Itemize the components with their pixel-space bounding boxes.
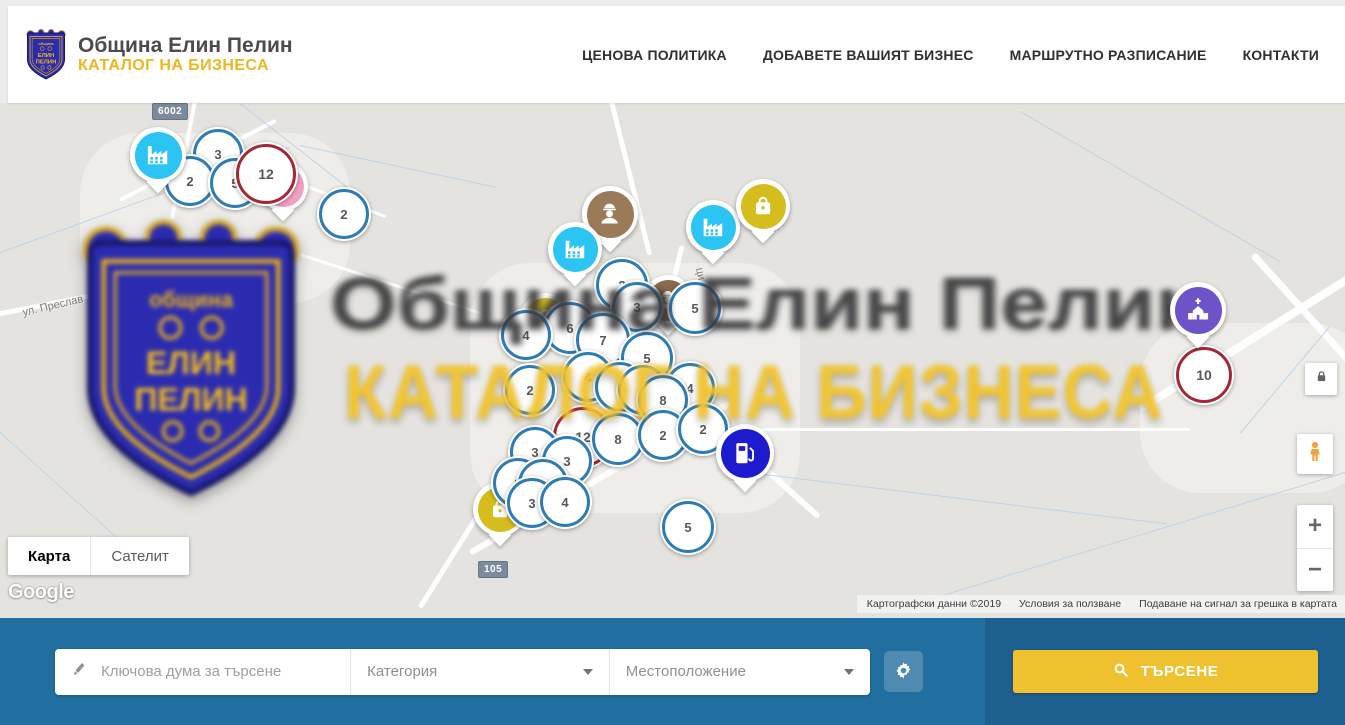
nav-pricing[interactable]: ЦЕНОВА ПОЛИТИКА (582, 47, 727, 63)
cluster-count: 3 (633, 300, 640, 315)
cluster-marker[interactable]: 10 (1174, 345, 1234, 405)
zoom-control: + − (1297, 505, 1333, 591)
attribution-copyright: Картографски данни ©2019 (867, 598, 1001, 610)
cluster-count: 4 (522, 328, 529, 343)
lock-button[interactable] (1305, 363, 1337, 395)
report-error-link[interactable]: Подаване на сигнал за грешка в картата (1139, 598, 1337, 610)
church-icon (1175, 287, 1222, 334)
search-bar-right: ТЪРСЕНЕ (985, 618, 1345, 725)
cluster-marker[interactable]: 2 (503, 363, 557, 417)
search-icon (1112, 661, 1130, 683)
location-select[interactable]: Местоположение (609, 649, 870, 695)
cluster-count: 7 (599, 333, 606, 348)
site-logo[interactable]: община ЕЛИН ПЕЛИН Община Елин Пелин КАТА… (8, 27, 293, 82)
road-badge: 105 (478, 561, 508, 578)
pin-factory[interactable] (686, 200, 740, 254)
map-type-map-button[interactable]: Карта (8, 537, 90, 575)
logo-text: Община Елин Пелин КАТАЛОГ НА БИЗНЕСА (78, 34, 293, 75)
cluster-marker[interactable]: 5 (667, 280, 723, 336)
keyword-section (55, 649, 350, 695)
chevron-down-icon (844, 669, 854, 675)
location-select-label: Местоположение (626, 663, 746, 680)
search-bar: Категория Местоположение ТЪРСЕНЕ (0, 618, 1345, 725)
svg-text:ЕЛИН: ЕЛИН (146, 345, 236, 381)
site-title: Община Елин Пелин (78, 34, 293, 58)
factory-icon (135, 132, 182, 179)
pin-factory[interactable] (548, 222, 602, 276)
cluster-marker[interactable]: 2 (317, 187, 371, 241)
cluster-count: 8 (659, 393, 666, 408)
svg-text:община: община (38, 41, 54, 46)
pin-fuel[interactable] (716, 424, 774, 482)
pin-factory[interactable] (130, 127, 186, 183)
header: община ЕЛИН ПЕЛИН Община Елин Пелин КАТА… (8, 6, 1345, 103)
map-boundary-line (740, 471, 1167, 524)
advanced-settings-button[interactable] (884, 651, 923, 692)
main-nav: ЦЕНОВА ПОЛИТИКА ДОБАВЕТЕ ВАШИЯТ БИЗНЕС М… (582, 47, 1345, 63)
cluster-count: 3 (563, 454, 570, 469)
factory-icon (553, 227, 598, 272)
street-label: ул. Преслав (21, 293, 84, 319)
map-boundary-line (900, 471, 1345, 609)
pencil-icon (69, 660, 88, 684)
keyword-input[interactable] (99, 662, 336, 681)
factory-icon (691, 205, 736, 250)
cluster-count: 4 (584, 370, 591, 385)
cluster-count: 12 (258, 166, 274, 182)
lock-icon (1313, 368, 1330, 390)
cluster-count: 2 (526, 383, 533, 398)
cluster-count: 8 (614, 432, 621, 447)
google-logo[interactable]: Google (8, 581, 74, 604)
category-select-label: Категория (367, 663, 437, 680)
cluster-marker[interactable]: 4 (538, 475, 592, 529)
search-input-group: Категория Местоположение (55, 649, 870, 695)
cluster-count: 2 (699, 422, 706, 437)
pin-shopping-bag[interactable] (736, 179, 790, 233)
cluster-marker[interactable]: 4 (499, 308, 553, 362)
map-boundary-line (1020, 111, 1280, 262)
search-button[interactable]: ТЪРСЕНЕ (1013, 650, 1318, 693)
cluster-marker[interactable]: 5 (660, 499, 716, 555)
cluster-count: 2 (340, 207, 347, 222)
cluster-count: 4 (561, 495, 568, 510)
cluster-count: 5 (691, 301, 698, 316)
shopping-bag-icon (741, 184, 786, 229)
search-bar-left: Категория Местоположение (0, 618, 985, 725)
chevron-down-icon (583, 669, 593, 675)
municipality-shield-logo: община ЕЛИН ПЕЛИН (25, 27, 67, 82)
zoom-out-button[interactable]: − (1297, 549, 1333, 592)
map-type-control: Карта Сателит (8, 537, 189, 575)
nav-contacts[interactable]: КОНТАКТИ (1243, 47, 1319, 63)
pegman-button[interactable] (1297, 434, 1333, 474)
cluster-count: 10 (1196, 367, 1212, 383)
map-type-satellite-button[interactable]: Сателит (90, 537, 189, 575)
cluster-count: 6 (566, 321, 573, 336)
svg-text:ПЕЛИН: ПЕЛИН (134, 382, 247, 418)
zoom-in-button[interactable]: + (1297, 505, 1333, 549)
terms-link[interactable]: Условия за ползване (1019, 598, 1121, 610)
page: община ЕЛИН ПЕЛИН Община Елин Пелин КАТА… (0, 0, 1345, 725)
cluster-count: 2 (659, 428, 666, 443)
road (760, 428, 1190, 431)
cluster-count: 5 (684, 520, 691, 535)
site-subtitle: КАТАЛОГ НА БИЗНЕСА (78, 57, 293, 75)
nav-add-business[interactable]: ДОБАВЕТЕ ВАШИЯТ БИЗНЕС (763, 47, 974, 63)
nav-bus-schedule[interactable]: МАРШРУТНО РАЗПИСАНИЕ (1010, 47, 1207, 63)
map-attribution: Картографски данни ©2019 Условия за полз… (857, 595, 1345, 613)
svg-text:ПЕЛИН: ПЕЛИН (36, 60, 57, 66)
cluster-count: 2 (186, 174, 193, 189)
cluster-marker[interactable]: 12 (234, 142, 298, 206)
category-select[interactable]: Категория (350, 649, 609, 695)
svg-text:ЕЛИН: ЕЛИН (38, 53, 54, 59)
cluster-count: 3 (528, 496, 535, 511)
fuel-icon (721, 429, 770, 478)
road-badge: 6002 (152, 103, 188, 120)
search-button-label: ТЪРСЕНЕ (1141, 663, 1219, 680)
pegman-icon (1303, 438, 1327, 471)
map-canvas[interactable]: ул. Преславбул. „Новоселци6002105 3 2 5 … (0, 103, 1345, 618)
pin-church[interactable] (1170, 282, 1226, 338)
gear-icon (893, 660, 914, 684)
